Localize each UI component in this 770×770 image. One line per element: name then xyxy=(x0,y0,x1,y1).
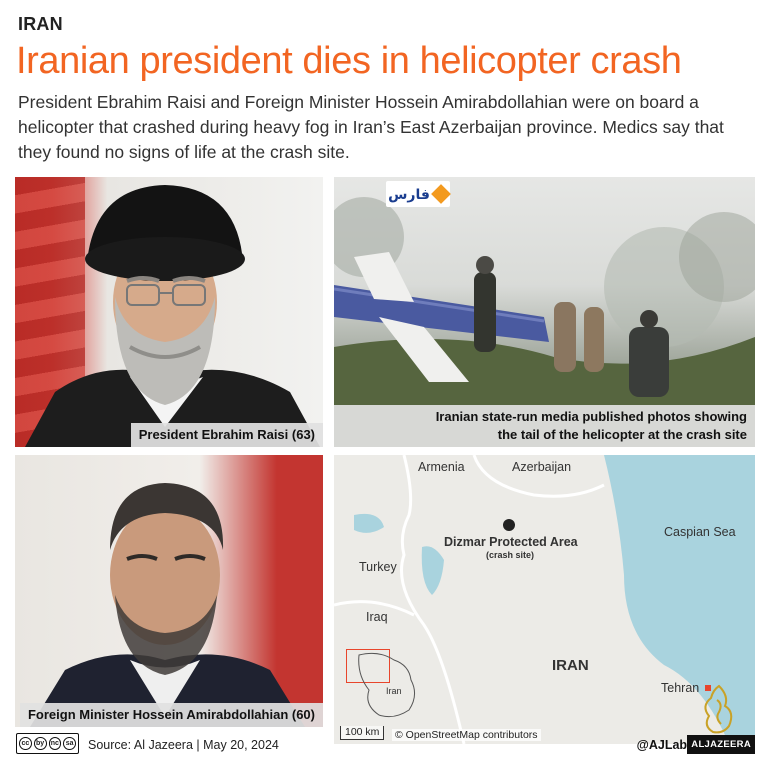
label-tehran: Tehran xyxy=(661,681,700,695)
fm-caption: Foreign Minister Hossein Amirabdollahian… xyxy=(19,703,323,727)
label-turkey: Turkey xyxy=(359,560,397,574)
aljazeera-logo-icon xyxy=(704,684,733,734)
label-iran: IRAN xyxy=(552,657,589,674)
sa-icon: sa xyxy=(63,737,76,750)
map-scale: 100 km xyxy=(340,726,385,740)
nc-icon: nc xyxy=(48,737,62,750)
inset-iran-outline xyxy=(358,652,415,718)
headline: Iranian president dies in helicopter cra… xyxy=(16,40,682,82)
fm-photo: Foreign Minister Hossein Amirabdollahian… xyxy=(15,455,323,727)
label-crash-site: (crash site) xyxy=(486,550,535,560)
fars-news-logo: فارس xyxy=(386,181,451,207)
label-iraq: Iraq xyxy=(366,610,388,624)
fm-portrait-illustration xyxy=(30,483,305,727)
location-map: Armenia Azerbaijan Caspian Sea Turkey Ir… xyxy=(334,455,755,744)
label-dizmar: Dizmar Protected Area xyxy=(444,535,578,549)
raisi-portrait-illustration xyxy=(25,185,320,447)
cc-icon: cc xyxy=(19,737,32,750)
crash-caption-line2: the tail of the helicopter at the crash … xyxy=(497,427,747,442)
label-armenia: Armenia xyxy=(418,460,465,474)
kicker: IRAN xyxy=(18,14,63,34)
raisi-caption: President Ebrahim Raisi (63) xyxy=(130,423,323,447)
crash-site-marker xyxy=(503,519,515,531)
creative-commons-badge: cc by nc sa xyxy=(16,733,79,754)
fars-logo-mark xyxy=(431,184,451,204)
fars-logo-text: فارس xyxy=(388,185,430,202)
label-caspian-sea: Caspian Sea xyxy=(664,525,736,539)
label-azerbaijan: Azerbaijan xyxy=(512,460,572,474)
source-credit: Source: Al Jazeera | May 20, 2024 xyxy=(88,738,279,752)
inset-label-iran: Iran xyxy=(386,686,402,696)
by-icon: by xyxy=(33,737,47,750)
deck: President Ebrahim Raisi and Foreign Mini… xyxy=(18,92,724,162)
crash-site-photo: فارس Iranian state-run media published p… xyxy=(334,177,755,447)
map-attribution: © OpenStreetMap contributors xyxy=(392,729,541,741)
crash-caption: Iranian state-run media published photos… xyxy=(334,405,755,447)
crash-caption-line1: Iranian state-run media published photos… xyxy=(435,409,747,424)
aljazeera-wordmark: ALJAZEERA xyxy=(687,735,755,754)
ajlabs-handle: @AJLabs xyxy=(636,738,694,752)
raisi-photo: President Ebrahim Raisi (63) xyxy=(15,177,323,447)
